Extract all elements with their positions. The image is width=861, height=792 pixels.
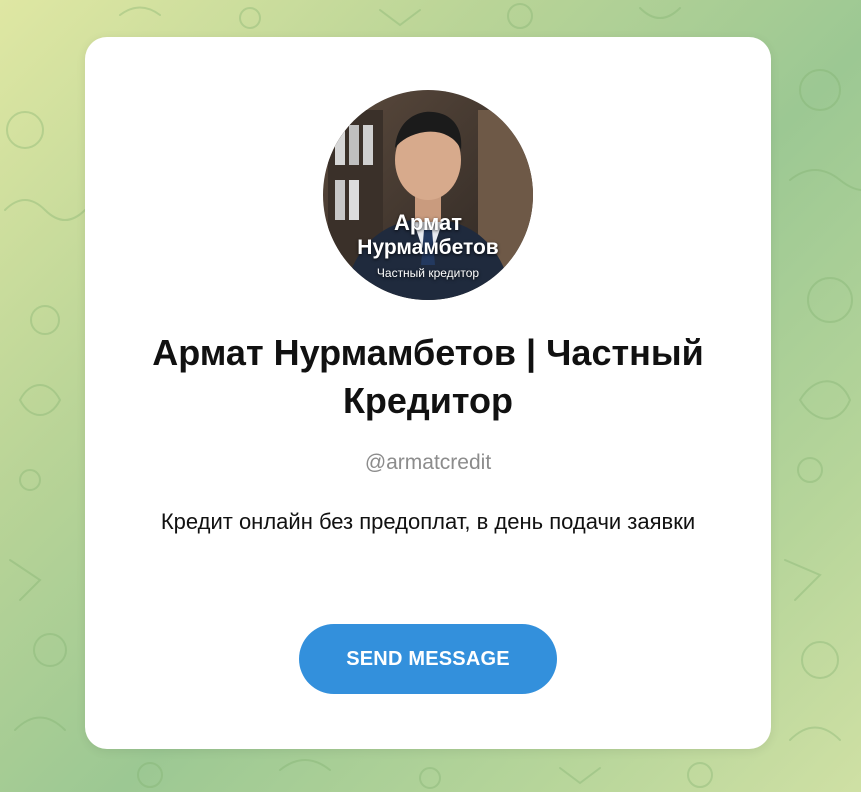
profile-username[interactable]: @armatcredit [85, 451, 771, 475]
avatar-first-name: Армат [393, 210, 463, 235]
send-message-button[interactable]: SEND MESSAGE [299, 624, 557, 694]
profile-avatar[interactable]: Армат Нурмамбетов Частный кредитор [323, 90, 533, 300]
profile-display-name: Армат Нурмамбетов | Частный Кредитор [152, 332, 704, 421]
profile-card: Армат Нурмамбетов Частный кредитор Армат… [85, 37, 771, 749]
avatar-last-name: Нурмамбетов [357, 236, 499, 259]
profile-description: Кредит онлайн без предоплат, в день пода… [160, 509, 696, 534]
avatar-role: Частный кредитор [376, 266, 480, 280]
